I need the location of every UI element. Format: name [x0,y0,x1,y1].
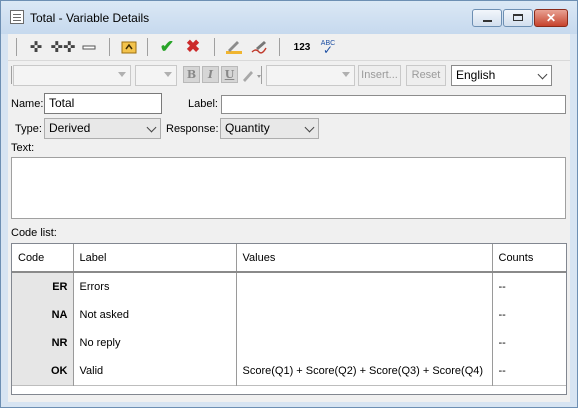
toolbar-separator [109,38,110,56]
response-value: Quantity [225,121,270,135]
table-row[interactable]: OK Valid Score(Q1) + Score(Q2) + Score(Q… [12,357,566,386]
row-values[interactable] [236,301,493,329]
label-label: Label: [188,98,218,110]
row-counts: -- [498,281,506,293]
row-values[interactable] [236,272,493,301]
row-counts: -- [498,309,506,321]
name-field[interactable]: Total [44,93,162,114]
empty-new-row[interactable] [12,385,566,401]
name-label: Name: [11,98,44,110]
main-toolbar: ✜ ✜✜ ✔ ✖ 123 ABC ✓ [8,34,570,61]
label-field[interactable] [221,95,566,114]
column-header-values[interactable]: Values [236,244,493,273]
maximize-button[interactable] [503,9,533,27]
numbering-icon[interactable]: 123 [290,38,314,56]
code-list-label: Code list: [11,227,57,239]
title-bar[interactable]: Total - Variable Details ✕ [1,1,577,34]
reject-icon[interactable]: ✖ [184,37,202,56]
underline-button[interactable]: U [221,66,238,83]
add-icon[interactable]: ✜ [27,38,45,56]
toolbar-separator [16,38,17,56]
remove-icon[interactable] [80,38,98,56]
toolbar-separator [261,66,262,84]
row-code: NA [12,301,74,329]
insert-field-dropdown[interactable] [266,65,355,86]
type-value: Derived [49,121,91,135]
window-title: Total - Variable Details [30,11,150,25]
new-row[interactable] [12,385,566,401]
language-dropdown[interactable]: English [451,65,552,86]
text-label: Text: [11,142,35,154]
type-dropdown[interactable]: Derived [44,118,161,139]
column-header-label[interactable]: Label [73,244,237,273]
format-toolbar: B I U Insert... Reset English [8,62,570,88]
column-header-counts[interactable]: Counts [492,244,566,273]
edit-label-icon[interactable] [225,38,243,56]
row-code: NR [12,329,74,357]
language-value: English [456,68,496,82]
accept-icon[interactable]: ✔ [158,37,176,56]
table-row[interactable]: NA Not asked -- [12,301,566,329]
row-values[interactable] [236,329,493,357]
app-icon [10,10,24,24]
type-label: Type: [15,123,42,135]
row-counts: -- [498,365,506,377]
toolbar-separator [279,38,280,56]
row-label[interactable]: Valid [73,357,237,386]
minimize-button[interactable] [472,9,502,27]
bold-button[interactable]: B [183,66,200,83]
row-code: OK [12,357,74,386]
spellcheck-icon[interactable]: ABC ✓ [318,38,338,56]
edit-values-icon[interactable] [250,38,268,56]
response-dropdown[interactable]: Quantity [220,118,319,139]
table-row[interactable]: NR No reply -- [12,329,566,357]
toolbar-separator [147,38,148,56]
add-multiple-icon[interactable]: ✜✜ [50,38,75,56]
row-counts: -- [498,337,506,349]
table-row[interactable]: ER Errors -- [12,272,566,301]
close-button[interactable]: ✕ [534,9,568,27]
row-label[interactable]: No reply [73,329,237,357]
text-area[interactable] [11,157,566,219]
header-row: Code Label Values Counts [12,244,566,273]
font-name-dropdown[interactable] [13,65,131,86]
variable-details-window: Total - Variable Details ✕ ✜ ✜✜ ✔ ✖ 123 … [0,0,578,408]
row-values[interactable]: Score(Q1) + Score(Q2) + Score(Q3) + Scor… [236,357,493,386]
response-label: Response: [166,123,219,135]
row-label[interactable]: Not asked [73,301,237,329]
dialog-body: ✜ ✜✜ ✔ ✖ 123 ABC ✓ B I U Insert... Reset… [8,34,570,402]
row-code: ER [12,272,74,301]
code-list-grid[interactable]: Code Label Values Counts ER Errors -- NA [11,243,567,401]
move-up-icon[interactable] [120,38,138,56]
toolbar-separator [11,66,12,84]
insert-button[interactable]: Insert... [358,65,401,86]
font-size-dropdown[interactable] [135,65,177,86]
reset-button[interactable]: Reset [406,65,446,86]
row-label[interactable]: Errors [73,272,237,301]
code-list-table: Code Label Values Counts ER Errors -- NA [12,244,566,401]
toolbar-separator [214,38,215,56]
column-header-code[interactable]: Code [12,244,74,273]
italic-button[interactable]: I [202,66,219,83]
